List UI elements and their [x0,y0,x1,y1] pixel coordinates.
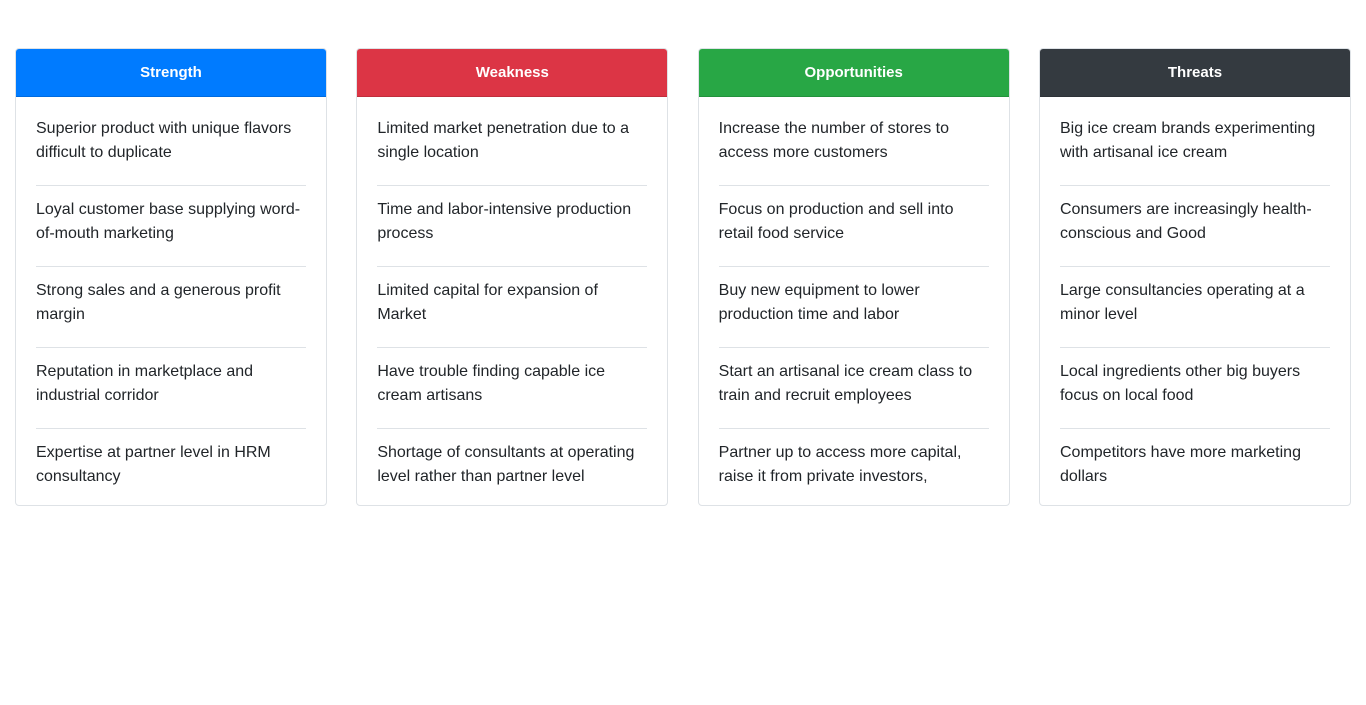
list-item: Loyal customer base supplying word-of-mo… [36,186,306,267]
list-item: Expertise at partner level in HRM consul… [36,444,271,485]
weakness-card: Weakness Limited market penetration due … [356,48,669,506]
strength-card: Strength Superior product with unique fl… [15,48,327,506]
list-item: Local ingredients other big buyers focus… [1059,348,1330,429]
list-item: Strong sales and a generous profit margi… [36,267,306,348]
list-item: Partner up to access more capital, raise… [718,444,962,485]
opportunities-card: Opportunities Increase the number of sto… [697,48,1010,506]
threats-list: Big ice cream brands experimenting with … [1040,97,1350,505]
list-item: Focus on production and sell into retail… [718,186,989,267]
list-item: Increase the number of stores to access … [718,105,989,186]
opportunities-list: Increase the number of stores to access … [699,97,1009,505]
weakness-list: Limited market penetration due to a sing… [357,97,667,505]
opportunities-header: Opportunities [698,49,1009,97]
list-item: Limited capital for expansion of Market [377,267,648,348]
threats-header: Threats [1039,49,1350,97]
list-item: Consumers are increasingly health-consci… [1059,186,1330,267]
list-item: Limited market penetration due to a sing… [377,105,648,186]
list-item: Shortage of consultants at operating lev… [377,444,635,485]
list-item: Competitors have more marketing dollars [1059,444,1301,485]
list-item: Buy new equipment to lower production ti… [718,267,989,348]
list-item: Superior product with unique flavors dif… [36,105,306,186]
list-item: Big ice cream brands experimenting with … [1059,105,1330,186]
list-item: Start an artisanal ice cream class to tr… [718,348,989,429]
threats-card: Threats Big ice cream brands experimenti… [1038,48,1351,506]
strength-list: Superior product with unique flavors dif… [16,97,326,505]
list-item: Time and labor-intensive production proc… [377,186,648,267]
strength-header: Strength [16,49,326,97]
weakness-header: Weakness [357,49,668,97]
list-item: Reputation in marketplace and industrial… [36,348,306,429]
swot-grid: Strength Superior product with unique fl… [15,48,1351,506]
list-item: Large consultancies operating at a minor… [1059,267,1330,348]
list-item: Have trouble finding capable ice cream a… [377,348,648,429]
